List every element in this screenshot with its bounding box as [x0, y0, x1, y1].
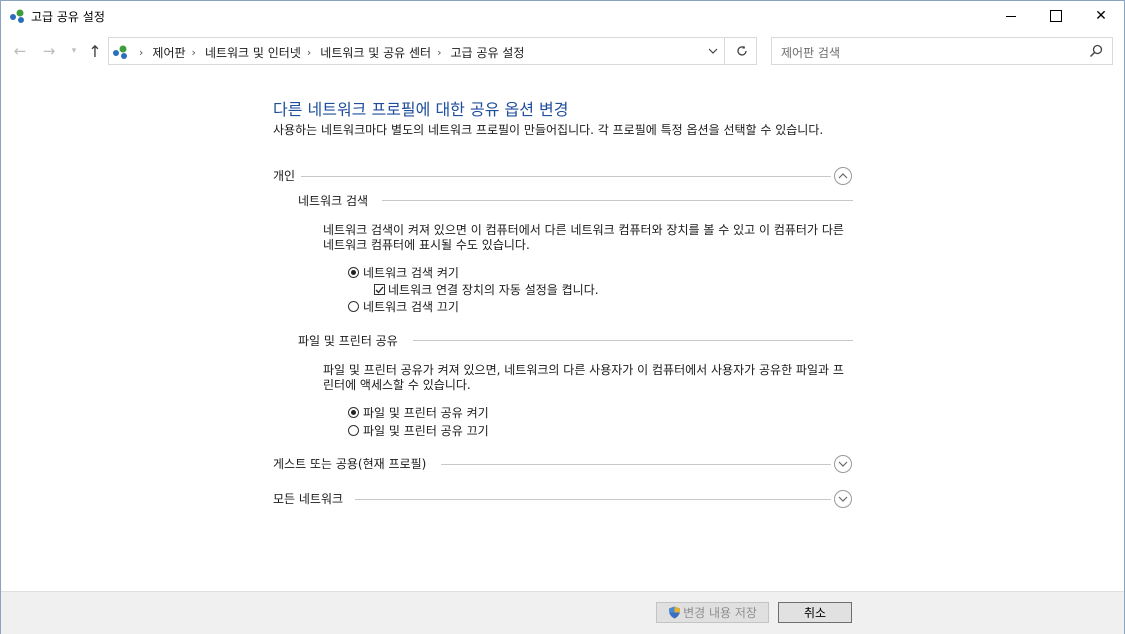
close-icon: ✕ — [1095, 8, 1107, 24]
network-discovery-on-label[interactable]: 네트워크 검색 켜기 — [363, 264, 459, 281]
section-private-label: 개인 — [273, 167, 302, 184]
minimize-icon — [1006, 15, 1016, 17]
network-app-icon — [10, 9, 24, 23]
section-divider — [301, 176, 831, 177]
chevron-down-icon: ▾ — [71, 46, 77, 56]
auto-setup-option[interactable]: 네트워크 연결 장치의 자동 설정을 켭니다. — [374, 281, 599, 298]
breadcrumb-separator: › — [437, 46, 442, 59]
network-location-icon — [113, 45, 127, 59]
expand-all-networks-button[interactable] — [834, 490, 852, 508]
maximize-icon — [1050, 10, 1062, 22]
page-description: 사용하는 네트워크마다 별도의 네트워크 프로필이 만들어집니다. 각 프로필에… — [273, 123, 824, 137]
forward-button[interactable]: → — [39, 41, 59, 61]
section-private: 개인 — [273, 167, 853, 187]
chevron-down-icon — [838, 496, 848, 502]
section-divider — [441, 464, 831, 465]
chevron-down-icon — [838, 461, 848, 467]
network-discovery-off-label[interactable]: 네트워크 검색 끄기 — [363, 298, 459, 315]
title-bar: 고급 공유 설정 ✕ — [1, 1, 1124, 31]
breadcrumb: › 제어판 › 네트워크 및 인터넷 › 네트워크 및 공유 센터 › 고급 공… — [133, 44, 524, 61]
file-sharing-heading: 파일 및 프린터 공유 — [298, 334, 398, 348]
recent-locations-button[interactable]: ▾ — [64, 41, 84, 61]
save-changes-button[interactable]: 변경 내용 저장 — [656, 602, 769, 623]
file-sharing-on-radio[interactable] — [348, 407, 359, 418]
cancel-button[interactable]: 취소 — [778, 602, 852, 623]
uac-shield-icon — [669, 606, 681, 619]
file-sharing-off-option[interactable]: 파일 및 프린터 공유 끄기 — [348, 422, 489, 439]
file-sharing-on-option[interactable]: 파일 및 프린터 공유 켜기 — [348, 404, 489, 421]
arrow-right-icon: → — [42, 42, 56, 60]
section-all-networks-label: 모든 네트워크 — [273, 490, 350, 507]
save-changes-label[interactable]: 변경 내용 저장 — [683, 604, 757, 621]
auto-setup-checkbox[interactable] — [374, 284, 385, 295]
page-title: 다른 네트워크 프로필에 대한 공유 옵션 변경 — [273, 100, 569, 119]
file-sharing-on-label[interactable]: 파일 및 프린터 공유 켜기 — [363, 404, 489, 421]
refresh-button[interactable] — [733, 42, 751, 60]
expand-guest-public-button[interactable] — [834, 455, 852, 473]
arrow-left-icon: ← — [13, 42, 27, 60]
address-bar[interactable]: › 제어판 › 네트워크 및 인터넷 › 네트워크 및 공유 센터 › 고급 공… — [108, 37, 757, 65]
cancel-label[interactable]: 취소 — [804, 604, 826, 621]
chevron-down-icon — [708, 48, 718, 54]
network-discovery-heading: 네트워크 검색 — [298, 194, 369, 208]
breadcrumb-advanced-sharing[interactable]: 고급 공유 설정 — [451, 44, 525, 61]
subsection-divider — [382, 200, 853, 201]
section-all-networks: 모든 네트워크 — [273, 490, 853, 510]
network-discovery-on-option[interactable]: 네트워크 검색 켜기 — [348, 264, 459, 281]
breadcrumb-network-sharing-center[interactable]: 네트워크 및 공유 센터 — [320, 44, 431, 61]
close-button[interactable]: ✕ — [1078, 1, 1124, 31]
maximize-button[interactable] — [1033, 1, 1079, 31]
up-button[interactable]: ↑ — [85, 41, 105, 61]
search-box[interactable]: 제어판 검색 — [771, 37, 1113, 65]
breadcrumb-separator: › — [139, 46, 144, 59]
refresh-icon — [737, 45, 747, 56]
collapse-private-button[interactable] — [834, 167, 852, 185]
subsection-divider — [413, 340, 853, 341]
breadcrumb-network-internet[interactable]: 네트워크 및 인터넷 — [205, 44, 301, 61]
network-discovery-description: 네트워크 검색이 켜져 있으면 이 컴퓨터에서 다른 네트워크 컴퓨터와 장치를… — [323, 223, 844, 252]
settings-content: 다른 네트워크 프로필에 대한 공유 옵션 변경 사용하는 네트워크마다 별도의… — [1, 73, 1124, 591]
address-divider — [724, 38, 725, 64]
breadcrumb-separator: › — [306, 46, 312, 59]
advanced-sharing-settings-window: 고급 공유 설정 ✕ ← → ▾ ↑ › 제어판 › 네트워크 및 인터넷 › … — [0, 0, 1125, 634]
window-title: 고급 공유 설정 — [31, 10, 105, 24]
file-sharing-description: 파일 및 프린터 공유가 켜져 있으면, 네트워크의 다른 사용자가 이 컴퓨터… — [323, 363, 844, 392]
auto-setup-label[interactable]: 네트워크 연결 장치의 자동 설정을 켭니다. — [388, 281, 599, 298]
network-discovery-on-radio[interactable] — [348, 267, 359, 278]
checkmark-icon — [375, 286, 384, 293]
chevron-up-icon — [838, 173, 848, 179]
section-guest-public: 게스트 또는 공용(현재 프로필) — [273, 455, 853, 475]
breadcrumb-separator: › — [191, 46, 196, 59]
footer-bar: 변경 내용 저장 취소 — [1, 591, 1124, 634]
section-divider — [355, 499, 831, 500]
minimize-button[interactable] — [988, 1, 1034, 31]
search-icon[interactable] — [1088, 43, 1104, 59]
section-guest-public-label: 게스트 또는 공용(현재 프로필) — [273, 455, 433, 472]
address-history-dropdown[interactable] — [704, 42, 722, 60]
breadcrumb-control-panel[interactable]: 제어판 — [152, 44, 185, 61]
file-sharing-off-label[interactable]: 파일 및 프린터 공유 끄기 — [363, 422, 489, 439]
network-discovery-off-option[interactable]: 네트워크 검색 끄기 — [348, 298, 459, 315]
file-sharing-off-radio[interactable] — [348, 425, 359, 436]
navigation-bar: ← → ▾ ↑ › 제어판 › 네트워크 및 인터넷 › 네트워크 및 공유 센… — [1, 31, 1124, 73]
back-button[interactable]: ← — [10, 41, 30, 61]
search-input[interactable]: 제어판 검색 — [781, 44, 840, 61]
arrow-up-icon: ↑ — [88, 41, 102, 61]
network-discovery-off-radio[interactable] — [348, 301, 359, 312]
